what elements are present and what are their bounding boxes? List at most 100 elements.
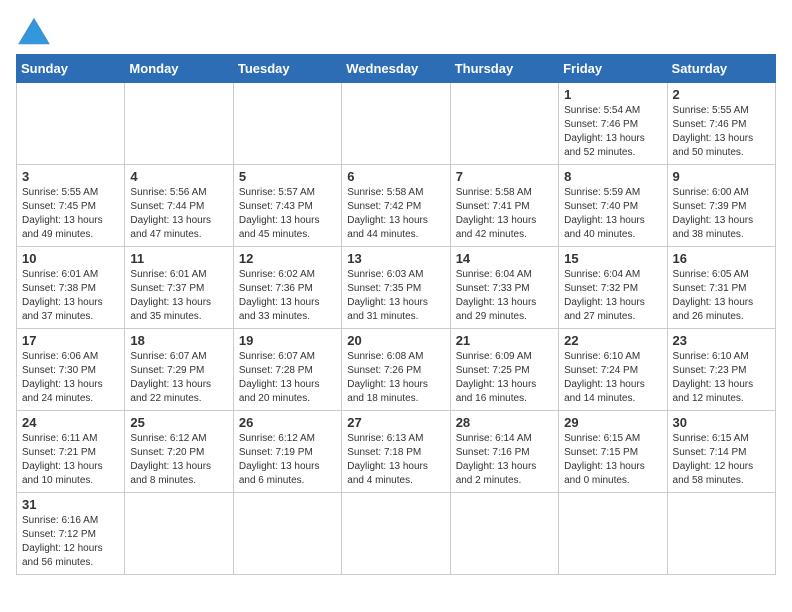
day-info: Sunrise: 6:07 AM Sunset: 7:29 PM Dayligh… [130,350,227,406]
day-header-friday: Friday [559,55,667,83]
calendar-week-5: 24Sunrise: 6:11 AM Sunset: 7:21 PM Dayli… [17,411,776,493]
day-number: 16 [673,251,770,266]
day-number: 3 [22,169,119,184]
day-info: Sunrise: 6:00 AM Sunset: 7:39 PM Dayligh… [673,186,770,242]
calendar-cell: 14Sunrise: 6:04 AM Sunset: 7:33 PM Dayli… [450,247,558,329]
calendar-cell: 3 Sunrise: 5:55 AM Sunset: 7:45 PM Daylig… [17,165,125,247]
day-header-sunday: Sunday [17,55,125,83]
day-info: Sunrise: 6:02 AM Sunset: 7:36 PM Dayligh… [239,268,336,324]
day-info: Sunrise: 6:14 AM Sunset: 7:16 PM Dayligh… [456,432,553,488]
calendar-cell [667,493,775,575]
day-info: Sunrise: 5:55 AM Sunset: 7:46 PM Dayligh… [673,104,770,160]
day-number: 7 [456,169,553,184]
calendar-cell: 7 Sunrise: 5:58 AM Sunset: 7:41 PM Daylig… [450,165,558,247]
day-number: 6 [347,169,444,184]
calendar-cell: 29 Sunrise: 6:15 AM Sunset: 7:15 PM Dayli… [559,411,667,493]
day-info: Sunrise: 6:16 AM Sunset: 7:12 PM Dayligh… [22,514,119,570]
day-info: Sunrise: 6:01 AM Sunset: 7:37 PM Dayligh… [130,268,227,324]
day-number: 28 [456,415,553,430]
calendar-cell [125,493,233,575]
calendar-cell: 22Sunrise: 6:10 AM Sunset: 7:24 PM Dayli… [559,329,667,411]
day-info: Sunrise: 5:56 AM Sunset: 7:44 PM Dayligh… [130,186,227,242]
calendar-cell [125,83,233,165]
calendar-cell: 9 Sunrise: 6:00 AM Sunset: 7:39 PM Daylig… [667,165,775,247]
day-info: Sunrise: 5:58 AM Sunset: 7:41 PM Dayligh… [456,186,553,242]
day-info: Sunrise: 5:58 AM Sunset: 7:42 PM Dayligh… [347,186,444,242]
calendar-cell [450,493,558,575]
day-info: Sunrise: 6:12 AM Sunset: 7:20 PM Dayligh… [130,432,227,488]
day-number: 27 [347,415,444,430]
calendar-week-3: 10 Sunrise: 6:01 AM Sunset: 7:38 PM Dayli… [17,247,776,329]
calendar-week-6: 31 Sunrise: 6:16 AM Sunset: 7:12 PM Dayli… [17,493,776,575]
day-number: 22 [564,333,661,348]
calendar-cell: 20 Sunrise: 6:08 AM Sunset: 7:26 PM Dayli… [342,329,450,411]
calendar-cell [17,83,125,165]
day-number: 15 [564,251,661,266]
calendar-cell: 31 Sunrise: 6:16 AM Sunset: 7:12 PM Dayli… [17,493,125,575]
calendar-cell: 16 Sunrise: 6:05 AM Sunset: 7:31 PM Dayli… [667,247,775,329]
calendar-cell: 5 Sunrise: 5:57 AM Sunset: 7:43 PM Daylig… [233,165,341,247]
day-header-saturday: Saturday [667,55,775,83]
day-number: 2 [673,87,770,102]
day-number: 8 [564,169,661,184]
calendar-cell: 18 Sunrise: 6:07 AM Sunset: 7:29 PM Dayli… [125,329,233,411]
day-info: Sunrise: 5:54 AM Sunset: 7:46 PM Dayligh… [564,104,661,160]
calendar-cell: 21 Sunrise: 6:09 AM Sunset: 7:25 PM Dayli… [450,329,558,411]
calendar-cell: 30 Sunrise: 6:15 AM Sunset: 7:14 PM Dayli… [667,411,775,493]
calendar-cell [233,493,341,575]
day-info: Sunrise: 5:59 AM Sunset: 7:40 PM Dayligh… [564,186,661,242]
day-info: Sunrise: 6:06 AM Sunset: 7:30 PM Dayligh… [22,350,119,406]
calendar-cell: 26Sunrise: 6:12 AM Sunset: 7:19 PM Dayli… [233,411,341,493]
calendar-cell: 17Sunrise: 6:06 AM Sunset: 7:30 PM Dayli… [17,329,125,411]
day-number: 4 [130,169,227,184]
day-number: 25 [130,415,227,430]
day-header-thursday: Thursday [450,55,558,83]
day-info: Sunrise: 6:01 AM Sunset: 7:38 PM Dayligh… [22,268,119,324]
day-header-monday: Monday [125,55,233,83]
day-number: 13 [347,251,444,266]
day-header-wednesday: Wednesday [342,55,450,83]
calendar-cell: 19Sunrise: 6:07 AM Sunset: 7:28 PM Dayli… [233,329,341,411]
day-info: Sunrise: 6:04 AM Sunset: 7:32 PM Dayligh… [564,268,661,324]
day-number: 20 [347,333,444,348]
calendar-cell [559,493,667,575]
day-number: 31 [22,497,119,512]
calendar-cell: 4 Sunrise: 5:56 AM Sunset: 7:44 PM Daylig… [125,165,233,247]
day-info: Sunrise: 6:11 AM Sunset: 7:21 PM Dayligh… [22,432,119,488]
day-info: Sunrise: 6:15 AM Sunset: 7:15 PM Dayligh… [564,432,661,488]
calendar-body: 1Sunrise: 5:54 AM Sunset: 7:46 PM Daylig… [17,83,776,575]
day-info: Sunrise: 5:57 AM Sunset: 7:43 PM Dayligh… [239,186,336,242]
calendar-cell: 23 Sunrise: 6:10 AM Sunset: 7:23 PM Dayli… [667,329,775,411]
day-info: Sunrise: 6:05 AM Sunset: 7:31 PM Dayligh… [673,268,770,324]
day-info: Sunrise: 6:09 AM Sunset: 7:25 PM Dayligh… [456,350,553,406]
day-number: 29 [564,415,661,430]
calendar-cell: 28 Sunrise: 6:14 AM Sunset: 7:16 PM Dayli… [450,411,558,493]
calendar-cell: 15 Sunrise: 6:04 AM Sunset: 7:32 PM Dayli… [559,247,667,329]
calendar-cell [233,83,341,165]
calendar-table: SundayMondayTuesdayWednesdayThursdayFrid… [16,54,776,575]
day-number: 21 [456,333,553,348]
day-info: Sunrise: 6:08 AM Sunset: 7:26 PM Dayligh… [347,350,444,406]
day-number: 9 [673,169,770,184]
day-info: Sunrise: 6:15 AM Sunset: 7:14 PM Dayligh… [673,432,770,488]
calendar-header [16,16,776,46]
day-number: 18 [130,333,227,348]
day-number: 26 [239,415,336,430]
day-number: 30 [673,415,770,430]
day-info: Sunrise: 5:55 AM Sunset: 7:45 PM Dayligh… [22,186,119,242]
day-info: Sunrise: 6:10 AM Sunset: 7:23 PM Dayligh… [673,350,770,406]
day-number: 10 [22,251,119,266]
calendar-week-2: 3 Sunrise: 5:55 AM Sunset: 7:45 PM Daylig… [17,165,776,247]
day-number: 23 [673,333,770,348]
generalblue-logo-icon [16,16,52,46]
calendar-cell: 25 Sunrise: 6:12 AM Sunset: 7:20 PM Dayli… [125,411,233,493]
day-header-tuesday: Tuesday [233,55,341,83]
calendar-cell: 27Sunrise: 6:13 AM Sunset: 7:18 PM Dayli… [342,411,450,493]
day-info: Sunrise: 6:03 AM Sunset: 7:35 PM Dayligh… [347,268,444,324]
calendar-cell: 24Sunrise: 6:11 AM Sunset: 7:21 PM Dayli… [17,411,125,493]
calendar-header-row: SundayMondayTuesdayWednesdayThursdayFrid… [17,55,776,83]
day-number: 5 [239,169,336,184]
calendar-week-4: 17Sunrise: 6:06 AM Sunset: 7:30 PM Dayli… [17,329,776,411]
day-number: 12 [239,251,336,266]
calendar-cell: 2 Sunrise: 5:55 AM Sunset: 7:46 PM Daylig… [667,83,775,165]
